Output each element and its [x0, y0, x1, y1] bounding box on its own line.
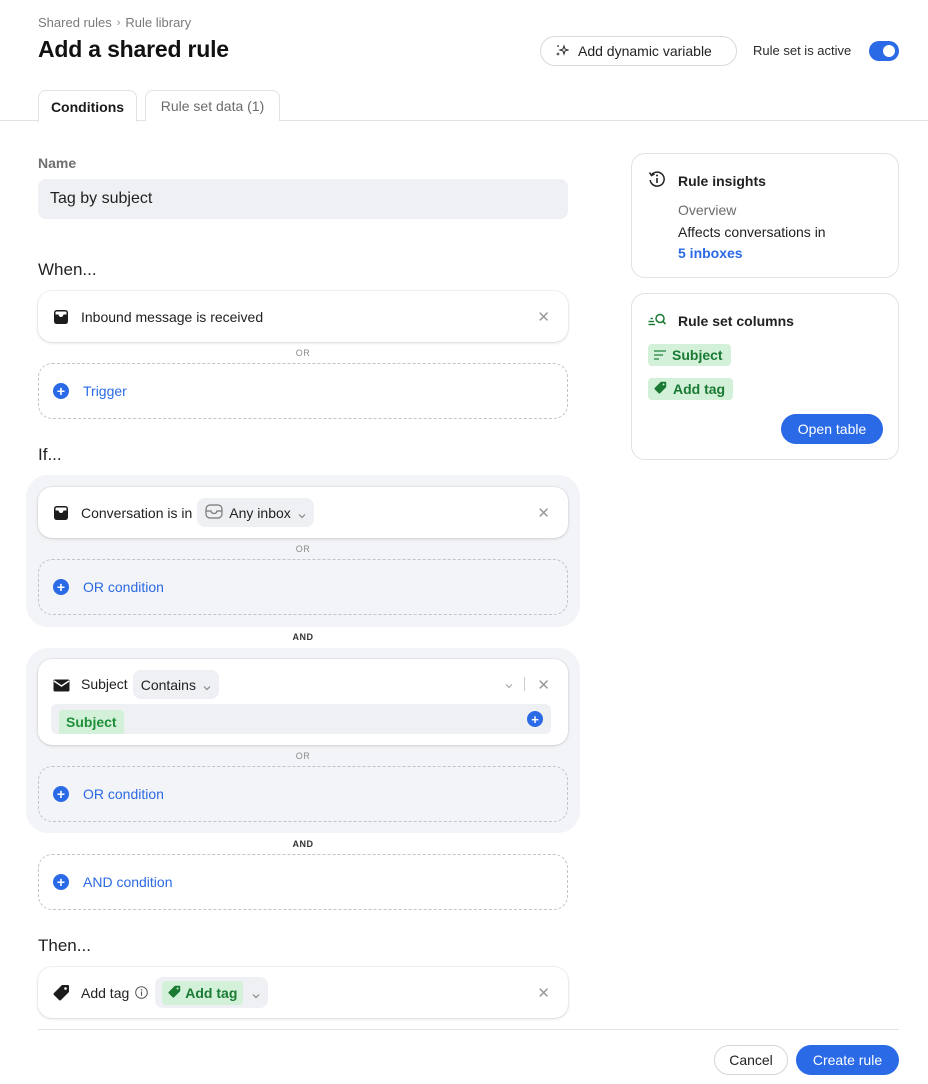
tag-icon [52, 984, 70, 1002]
rule-insights-title: Rule insights [678, 173, 766, 189]
or-connector: OR [295, 348, 311, 358]
add-value-icon[interactable]: + [527, 711, 543, 727]
add-and-condition-label: AND condition [83, 874, 173, 890]
name-input[interactable] [38, 179, 568, 219]
action-label: Add tag [81, 984, 130, 1001]
add-dynamic-variable-label: Add dynamic variable [578, 43, 712, 59]
plus-icon: + [53, 383, 69, 399]
footer-divider [38, 1029, 899, 1030]
add-or-condition-button-2[interactable]: + OR condition [38, 766, 568, 822]
condition-label: Subject [81, 676, 128, 692]
tag-icon [654, 381, 667, 397]
page-title: Add a shared rule [38, 36, 229, 62]
overview-label: Overview [678, 202, 737, 218]
column-search-icon [648, 313, 667, 331]
plus-icon: + [53, 786, 69, 802]
breadcrumb-item-shared-rules[interactable]: Shared rules [38, 15, 112, 30]
rule-set-active-label: Rule set is active [753, 43, 852, 58]
plus-icon: + [53, 579, 69, 595]
when-section-title: When... [38, 260, 97, 279]
trigger-label: Inbound message is received [81, 308, 264, 325]
remove-condition-icon[interactable]: ✕ [537, 504, 550, 522]
chevron-down-icon [297, 508, 306, 519]
rule-set-active-toggle[interactable] [869, 41, 899, 61]
inbox-select-value: Any inbox [229, 504, 291, 521]
inbox-outline-icon [205, 503, 223, 522]
rule-set-columns-card: Rule set columns Subject Add tag Open ta… [631, 293, 899, 460]
cancel-button[interactable]: Cancel [714, 1045, 788, 1075]
rule-insights-card: Rule insights Overview Affects conversat… [631, 153, 899, 278]
add-or-condition-label: OR condition [83, 579, 164, 595]
breadcrumb: Shared rules › Rule library [38, 15, 191, 30]
inbox-icon [52, 308, 70, 326]
add-or-condition-button[interactable]: + OR condition [38, 559, 568, 615]
if-section-title: If... [38, 445, 62, 464]
plus-icon: + [53, 874, 69, 890]
divider [524, 677, 525, 691]
column-pill-label: Add tag [673, 381, 726, 397]
chevron-down-icon [202, 680, 211, 691]
tag-icon [168, 985, 181, 1001]
name-label: Name [38, 155, 77, 171]
trigger-card[interactable]: Inbound message is received ✕ [38, 291, 568, 342]
or-connector: OR [295, 544, 311, 554]
subject-value-field[interactable]: Subject + [51, 704, 551, 734]
info-icon[interactable] [135, 986, 149, 999]
chevron-down-icon [251, 988, 260, 999]
inboxes-link[interactable]: 5 inboxes [678, 245, 743, 261]
or-connector: OR [295, 751, 311, 761]
rule-set-columns-title: Rule set columns [678, 313, 794, 329]
affects-text: Affects conversations in [678, 224, 826, 240]
selected-tag-chip: Add tag [162, 980, 244, 1005]
history-info-icon [648, 170, 666, 193]
and-connector: AND [292, 839, 314, 849]
tab-rule-set-data[interactable]: Rule set data (1) [145, 90, 280, 121]
open-table-button[interactable]: Open table [781, 414, 883, 444]
remove-condition-icon[interactable]: ✕ [537, 676, 550, 694]
add-and-condition-button[interactable]: + AND condition [38, 854, 568, 910]
and-connector: AND [292, 632, 314, 642]
add-trigger-button[interactable]: + Trigger [38, 363, 568, 419]
column-pill-subject[interactable]: Subject [648, 344, 731, 366]
column-pill-add-tag[interactable]: Add tag [648, 378, 734, 400]
selected-tag-label: Add tag [185, 984, 238, 1001]
text-lines-icon [654, 347, 666, 363]
sparkle-icon [555, 43, 570, 60]
breadcrumb-item-rule-library[interactable]: Rule library [125, 15, 191, 30]
inbox-select[interactable]: Any inbox [197, 498, 314, 527]
expand-chevron-icon[interactable] [504, 678, 514, 694]
inbox-icon [52, 504, 70, 522]
condition-label: Conversation is in [81, 504, 193, 521]
envelope-icon [52, 676, 70, 694]
action-card[interactable]: Add tag Add tag ✕ [38, 967, 568, 1018]
breadcrumb-separator: › [116, 16, 121, 29]
tab-conditions[interactable]: Conditions [38, 90, 137, 122]
tab-bar: Conditions Rule set data (1) [0, 90, 928, 122]
column-pill-label: Subject [672, 347, 723, 363]
add-dynamic-variable-button[interactable]: Add dynamic variable [540, 36, 737, 66]
remove-action-icon[interactable]: ✕ [537, 984, 550, 1002]
add-or-condition-label: OR condition [83, 786, 164, 802]
condition-card-inbox[interactable]: Conversation is in Any inbox ✕ [38, 487, 568, 538]
tag-select[interactable]: Add tag [155, 977, 269, 1008]
create-rule-button[interactable]: Create rule [796, 1045, 899, 1075]
operator-select[interactable]: Contains [132, 670, 219, 699]
operator-select-value: Contains [140, 676, 196, 693]
add-trigger-label: Trigger [83, 383, 127, 399]
then-section-title: Then... [38, 936, 91, 955]
remove-trigger-icon[interactable]: ✕ [537, 308, 550, 326]
condition-card-subject[interactable]: Subject Contains ✕ Subject + [38, 659, 568, 745]
subject-value-tag[interactable]: Subject [59, 710, 124, 734]
